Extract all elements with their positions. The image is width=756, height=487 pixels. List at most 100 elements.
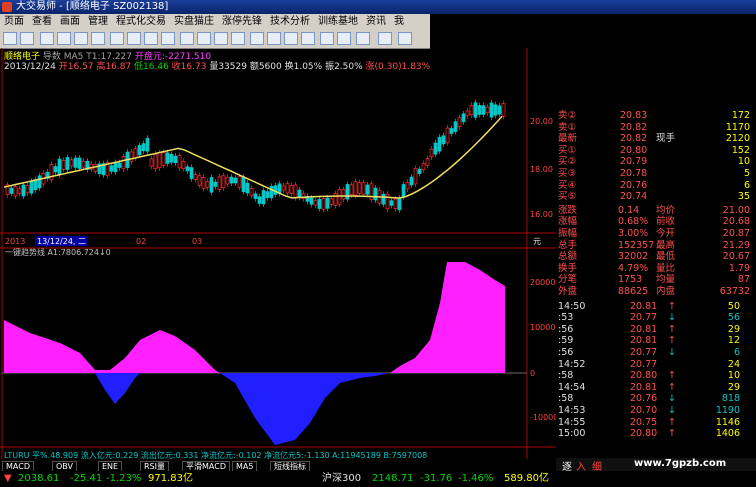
candle-body bbox=[245, 182, 250, 194]
sh-index-change: -25.41 bbox=[70, 473, 103, 484]
indicator-tick-0: 0 bbox=[530, 369, 535, 378]
menu-me[interactable]: 我 bbox=[390, 14, 408, 30]
month-icon[interactable] bbox=[161, 32, 175, 45]
tick-arrow-icon: ↑ bbox=[668, 381, 676, 393]
tick-arrow-icon: ↓ bbox=[668, 312, 676, 324]
positive-area bbox=[4, 262, 505, 373]
stat-value: 1.79 bbox=[728, 262, 750, 274]
candle-body bbox=[93, 164, 98, 172]
settings-icon[interactable] bbox=[398, 32, 412, 45]
zoom-in-icon[interactable] bbox=[180, 32, 194, 45]
candle-body bbox=[261, 190, 266, 205]
quote-tab-bar: 逐 入 细 www.7gpzb.com bbox=[556, 458, 756, 473]
order-price: 20.78 bbox=[620, 168, 648, 179]
tick-price: 20.76 bbox=[630, 393, 658, 405]
indicator-icon[interactable] bbox=[214, 32, 228, 45]
forward-icon[interactable] bbox=[20, 32, 34, 45]
trade-icon[interactable] bbox=[320, 32, 334, 45]
tick-time: 14:52 bbox=[558, 358, 586, 370]
back-icon[interactable] bbox=[3, 32, 17, 45]
zoom-out-icon[interactable] bbox=[197, 32, 211, 45]
order-book-row[interactable]: 买② 20.79 10 bbox=[556, 156, 756, 167]
candle-body bbox=[169, 153, 174, 163]
stat-label: 涨幅 bbox=[558, 216, 578, 228]
stat-row: 总额 32002 最低 20.67 bbox=[556, 251, 756, 262]
order-book-row[interactable]: 买① 20.80 152 bbox=[556, 145, 756, 156]
tick-row: 14:54 20.81 ↑ 29 bbox=[556, 382, 756, 393]
pen-icon[interactable] bbox=[356, 32, 370, 45]
menu-page[interactable]: 页面 bbox=[0, 14, 28, 30]
menu-training[interactable]: 训练基地 bbox=[314, 14, 362, 30]
candle-body bbox=[401, 184, 406, 198]
candle-body bbox=[405, 182, 410, 190]
menu-limit-up[interactable]: 涨停先锋 bbox=[218, 14, 266, 30]
candle-body bbox=[421, 163, 426, 171]
order-volume: 6 bbox=[743, 179, 750, 191]
f10-icon[interactable] bbox=[250, 32, 264, 45]
tick-time: :58 bbox=[558, 370, 574, 382]
menu-program-trading[interactable]: 程式化交易 bbox=[112, 14, 170, 30]
alert-icon[interactable] bbox=[284, 32, 298, 45]
menu-tech-analysis[interactable]: 技术分析 bbox=[266, 14, 314, 30]
candle-body bbox=[213, 181, 218, 187]
tick-row: :59 20.81 ↑ 12 bbox=[556, 335, 756, 346]
stat-label: 今开 bbox=[656, 228, 676, 239]
chart-area[interactable]: 20.00 18.00 16.00 20000 10000 0 -10000 元… bbox=[0, 48, 556, 459]
candle-body bbox=[449, 128, 454, 134]
candle-body bbox=[237, 176, 242, 188]
order-book-row[interactable]: 最新 20.82 现手 2120 bbox=[556, 133, 756, 144]
order-price: 20.76 bbox=[620, 179, 648, 191]
candle-body bbox=[433, 142, 438, 155]
tick-row: :58 20.76 ↓ 818 bbox=[556, 393, 756, 404]
candle-body bbox=[493, 104, 498, 116]
candle-body bbox=[313, 200, 318, 206]
menu-news[interactable]: 资讯 bbox=[362, 14, 390, 30]
watermark: www.7gpzb.com bbox=[634, 458, 727, 469]
chart-icon[interactable] bbox=[74, 32, 88, 45]
news-icon[interactable] bbox=[267, 32, 281, 45]
candle-body bbox=[297, 189, 302, 198]
draw-icon[interactable] bbox=[231, 32, 245, 45]
order-book-row[interactable]: 卖① 20.82 1170 bbox=[556, 122, 756, 133]
week-icon[interactable] bbox=[144, 32, 158, 45]
menu-view[interactable]: 查看 bbox=[28, 14, 56, 30]
day-icon[interactable] bbox=[127, 32, 141, 45]
menu-live-trading[interactable]: 实盘猫庄 bbox=[170, 14, 218, 30]
stat-label: 换手 bbox=[558, 262, 578, 274]
candle-body bbox=[197, 175, 202, 186]
order-book-row[interactable]: 买⑤ 20.74 35 bbox=[556, 191, 756, 202]
stat-label: 均量 bbox=[656, 274, 676, 286]
list-icon[interactable] bbox=[57, 32, 71, 45]
tick-time: 15:00 bbox=[558, 428, 586, 440]
tick-time: :56 bbox=[558, 347, 574, 358]
candle-body bbox=[149, 158, 154, 167]
favorite-icon[interactable] bbox=[337, 32, 351, 45]
candle-body bbox=[133, 148, 138, 159]
candlestick-series bbox=[5, 99, 506, 213]
candle-body bbox=[173, 155, 178, 164]
stat-row: 分笔 1753 均量 87 bbox=[556, 274, 756, 285]
kline-icon[interactable] bbox=[91, 32, 105, 45]
menu-manage[interactable]: 管理 bbox=[84, 14, 112, 30]
menu-screen[interactable]: 画面 bbox=[56, 14, 84, 30]
minute-icon[interactable] bbox=[110, 32, 124, 45]
candle-body bbox=[161, 152, 166, 166]
index-bar: ▼ 2038.61 -25.41 -1.23% 971.83亿 沪深300 21… bbox=[0, 471, 756, 487]
home-icon[interactable] bbox=[40, 32, 54, 45]
tick-row: 14:55 20.75 ↑ 1146 bbox=[556, 417, 756, 428]
tick-price: 20.80 bbox=[630, 428, 658, 440]
tick-price: 20.81 bbox=[630, 381, 658, 393]
order-price: 20.83 bbox=[620, 110, 648, 121]
order-book-row[interactable]: 买③ 20.78 5 bbox=[556, 168, 756, 179]
candle-body bbox=[253, 193, 258, 199]
order-book-row[interactable]: 卖② 20.83 172 bbox=[556, 110, 756, 121]
order-price: 20.79 bbox=[620, 156, 648, 168]
line-tool-icon[interactable] bbox=[378, 32, 392, 45]
select-icon[interactable] bbox=[301, 32, 315, 45]
indicator-label: 一键趋势线 A1:7806.724↓0 bbox=[5, 247, 111, 257]
order-label: 买① bbox=[558, 144, 577, 156]
stat-row: 涨幅 0.68% 前收 20.68 bbox=[556, 216, 756, 227]
tick-volume: 10 bbox=[727, 370, 740, 382]
order-book-row[interactable]: 买④ 20.76 6 bbox=[556, 180, 756, 191]
candle-body bbox=[121, 156, 126, 170]
